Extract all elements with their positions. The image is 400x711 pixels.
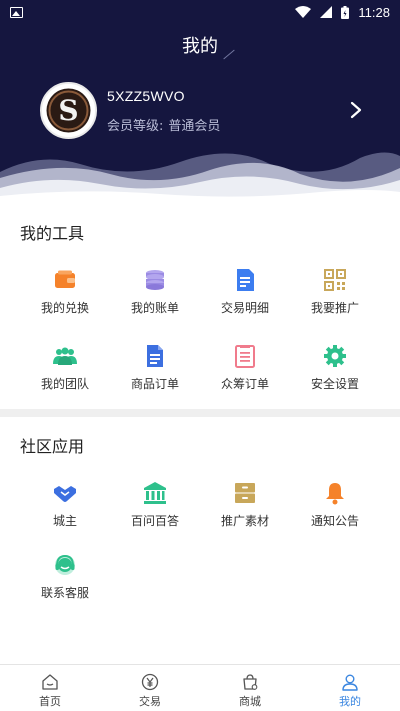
bank-icon: [144, 482, 166, 504]
tool-security-settings[interactable]: 安全设置: [285, 344, 385, 392]
tool-product-orders[interactable]: 商品订单: [105, 344, 205, 392]
document-icon: [237, 269, 254, 291]
tools-title: 我的工具: [20, 224, 85, 243]
tool-transaction-details[interactable]: 交易明细: [195, 268, 295, 316]
profile-header: 我的 S 5XZZ5WVO 会员等级: 普通会员: [0, 24, 400, 204]
tool-my-exchange[interactable]: 我的兑换: [15, 268, 115, 316]
wifi-icon: [295, 6, 312, 18]
user-icon: [342, 674, 358, 691]
shopping-bag-icon: [243, 674, 258, 690]
avatar[interactable]: S: [40, 82, 97, 139]
coins-icon: [146, 270, 164, 290]
app-promo-materials[interactable]: 推广素材: [195, 481, 295, 529]
tools-section: 我的工具 我的兑换 我的账单 交易明细 我要推广 我的团队 商品订单 众筹订单 …: [0, 204, 400, 409]
battery-icon: [341, 5, 350, 19]
community-title: 社区应用: [20, 437, 85, 456]
app-city-lord[interactable]: 城主: [15, 481, 115, 529]
order-doc-icon: [147, 345, 163, 367]
tab-trade[interactable]: 交易: [100, 665, 200, 711]
status-time: 11:28: [358, 4, 390, 20]
member-level-label: 会员等级:: [107, 119, 164, 134]
status-bar: 11:28: [0, 0, 400, 24]
qrcode-icon: [324, 269, 346, 291]
tool-my-team[interactable]: 我的团队: [15, 344, 115, 392]
svg-text:S: S: [58, 94, 78, 127]
bell-icon: [326, 483, 344, 505]
tab-mall[interactable]: 商城: [200, 665, 300, 711]
headset-icon: [55, 554, 75, 575]
image-notification-icon: [10, 6, 23, 18]
section-divider: [0, 409, 400, 417]
community-section: 社区应用 城主 百问百答 推广素材 通知公告 联系客服: [0, 417, 400, 663]
gear-icon: [324, 345, 346, 367]
app-faq[interactable]: 百问百答: [105, 481, 205, 529]
home-icon: [42, 674, 58, 690]
team-icon: [53, 347, 77, 365]
signal-icon: [320, 6, 333, 18]
app-notice[interactable]: 通知公告: [285, 481, 385, 529]
cabinet-icon: [235, 483, 255, 503]
wallet-icon: [55, 270, 75, 288]
tab-home[interactable]: 首页: [0, 665, 100, 711]
app-customer-service[interactable]: 联系客服: [15, 553, 115, 601]
tab-mine[interactable]: 我的: [300, 665, 400, 711]
tool-promote[interactable]: 我要推广: [285, 268, 385, 316]
handshake-icon: [54, 486, 76, 502]
tool-my-bill[interactable]: 我的账单: [105, 268, 205, 316]
user-name: 5XZZ5WVO: [107, 88, 185, 104]
bottom-tab-bar: 首页 交易 商城 我的: [0, 664, 400, 711]
tool-crowdfunding-orders[interactable]: 众筹订单: [195, 344, 295, 392]
member-level: 会员等级: 普通会员: [107, 115, 220, 134]
wave-decoration: [0, 152, 400, 204]
page-title: 我的: [182, 36, 218, 57]
yen-icon: [141, 673, 159, 691]
chevron-right-icon[interactable]: [348, 101, 364, 119]
member-level-value: 普通会员: [168, 119, 221, 134]
list-doc-icon: [235, 345, 255, 368]
